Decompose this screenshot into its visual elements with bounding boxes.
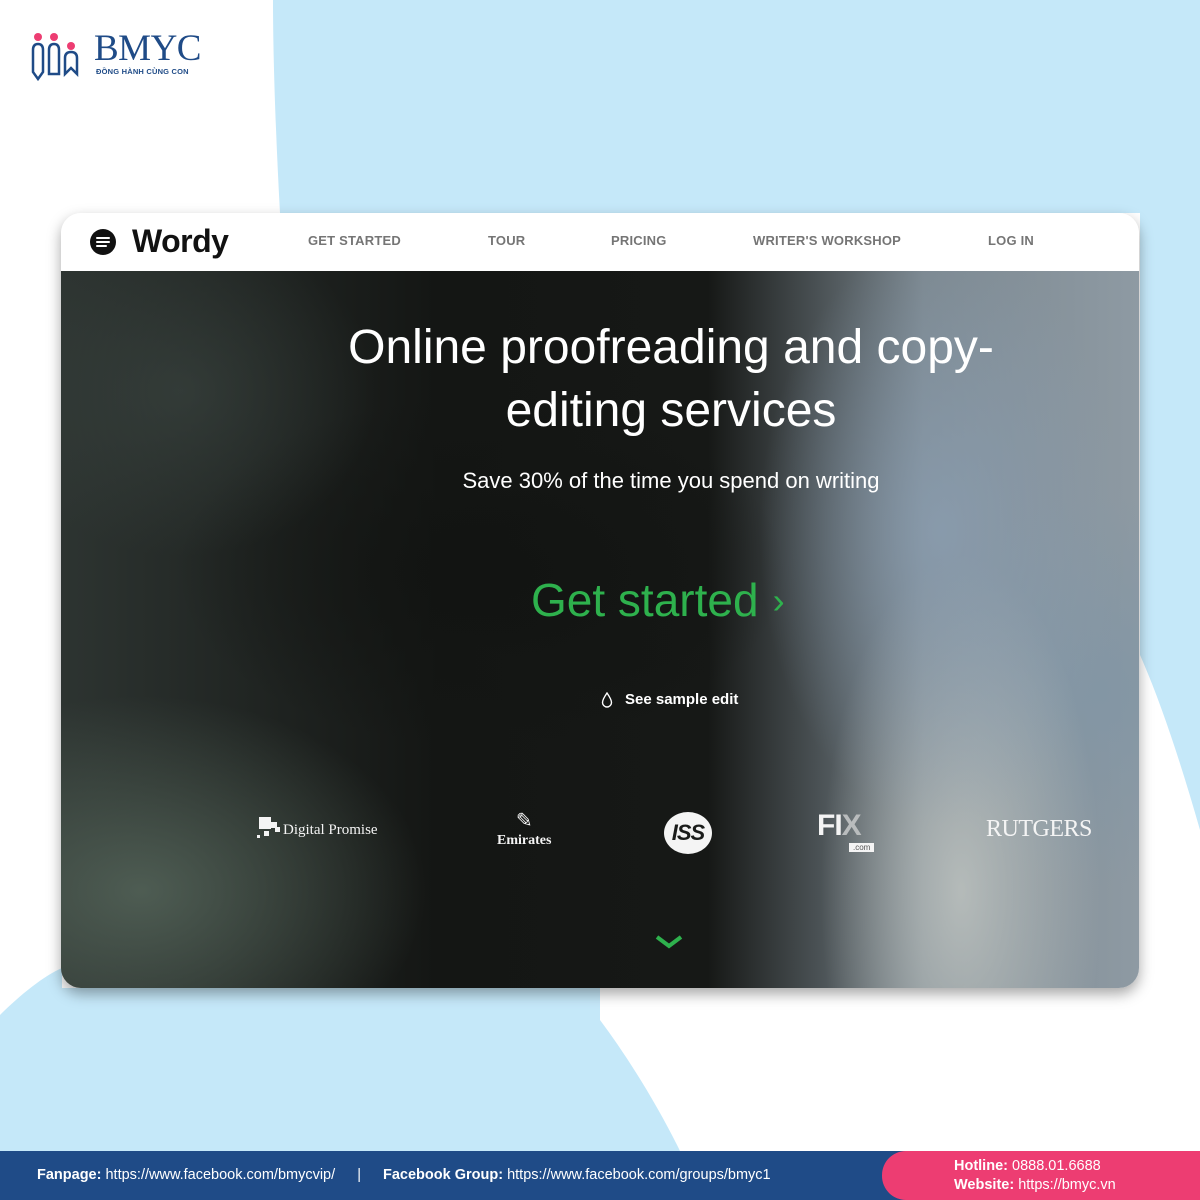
headline-line-2: editing services <box>505 384 837 437</box>
bottom-left-blob <box>0 968 680 1151</box>
drop-icon <box>601 691 613 708</box>
footer-bar: Fanpage: https://www.facebook.com/bmycvi… <box>0 1151 1200 1200</box>
get-started-button[interactable]: Get started › <box>531 573 785 627</box>
digital-promise-icon <box>257 817 285 839</box>
hotline-line: Hotline: 0888.01.6688 <box>954 1158 1101 1174</box>
footer-social: Fanpage: https://www.facebook.com/bmycvi… <box>37 1167 771 1183</box>
fix-com-suffix: .com <box>849 843 875 852</box>
website-line: Website: https://bmyc.vn <box>954 1177 1116 1193</box>
wordy-navbar: Wordy GET STARTED TOUR PRICING WRITER'S … <box>61 213 1139 271</box>
see-sample-edit-label: See sample edit <box>625 691 739 708</box>
nav-writers-workshop[interactable]: WRITER'S WORKSHOP <box>753 233 901 248</box>
footer-contact: Hotline: 0888.01.6688 Website: https://b… <box>882 1151 1200 1200</box>
hotline-value[interactable]: 0888.01.6688 <box>1012 1158 1101 1174</box>
hotline-label: Hotline: <box>954 1158 1008 1174</box>
wordy-logo-text: Wordy <box>132 223 229 259</box>
see-sample-edit-link[interactable]: See sample edit <box>601 691 738 708</box>
emirates-text: Emirates <box>497 833 552 848</box>
bmyc-logo: BMYC ĐỒNG HÀNH CÙNG CON <box>30 28 201 82</box>
brand-name: BMYC <box>94 28 201 69</box>
digital-promise-text: Digital Promise <box>283 822 378 838</box>
fanpage-label: Fanpage: <box>37 1167 102 1183</box>
emirates-calligraphy-icon: ✎ <box>515 810 533 832</box>
client-logo-digital-promise: Digital Promise <box>257 817 378 839</box>
nav-get-started[interactable]: GET STARTED <box>308 233 401 248</box>
website-label: Website: <box>954 1177 1015 1193</box>
client-logo-rutgers: RUTGERS <box>986 816 1092 842</box>
wordy-screenshot-card: Wordy GET STARTED TOUR PRICING WRITER'S … <box>61 213 1139 988</box>
wordy-logo[interactable]: Wordy <box>90 223 229 260</box>
group-label: Facebook Group: <box>383 1167 504 1183</box>
headline-line-1: Online proofreading and copy- <box>348 321 994 374</box>
hero-section: Online proofreading and copy- editing se… <box>61 271 1139 988</box>
client-logo-iss: ISS <box>664 812 712 854</box>
hero-subheadline: Save 30% of the time you spend on writin… <box>462 468 880 493</box>
group-link[interactable]: https://www.facebook.com/groups/bmyc1 <box>507 1167 771 1183</box>
chevron-right-icon: › <box>772 580 785 621</box>
website-link[interactable]: https://bmyc.vn <box>1018 1177 1116 1193</box>
brand-tagline: ĐỒNG HÀNH CÙNG CON <box>96 67 189 76</box>
nav-pricing[interactable]: PRICING <box>611 233 667 248</box>
client-logo-emirates: ✎ Emirates <box>497 811 551 849</box>
family-icon <box>31 33 79 82</box>
fanpage-link[interactable]: https://www.facebook.com/bmycvip/ <box>105 1167 335 1183</box>
hero-headline: Online proofreading and copy- editing se… <box>281 316 1061 442</box>
nav-tour[interactable]: TOUR <box>488 233 525 248</box>
nav-log-in[interactable]: LOG IN <box>988 233 1034 248</box>
client-logo-fix: FIX .com <box>817 809 875 852</box>
menu-circle-icon <box>90 228 116 255</box>
footer-separator: | <box>357 1167 361 1183</box>
chevron-down-icon[interactable] <box>655 935 683 949</box>
get-started-label: Get started <box>531 574 759 626</box>
fix-text: FIX <box>817 809 862 842</box>
